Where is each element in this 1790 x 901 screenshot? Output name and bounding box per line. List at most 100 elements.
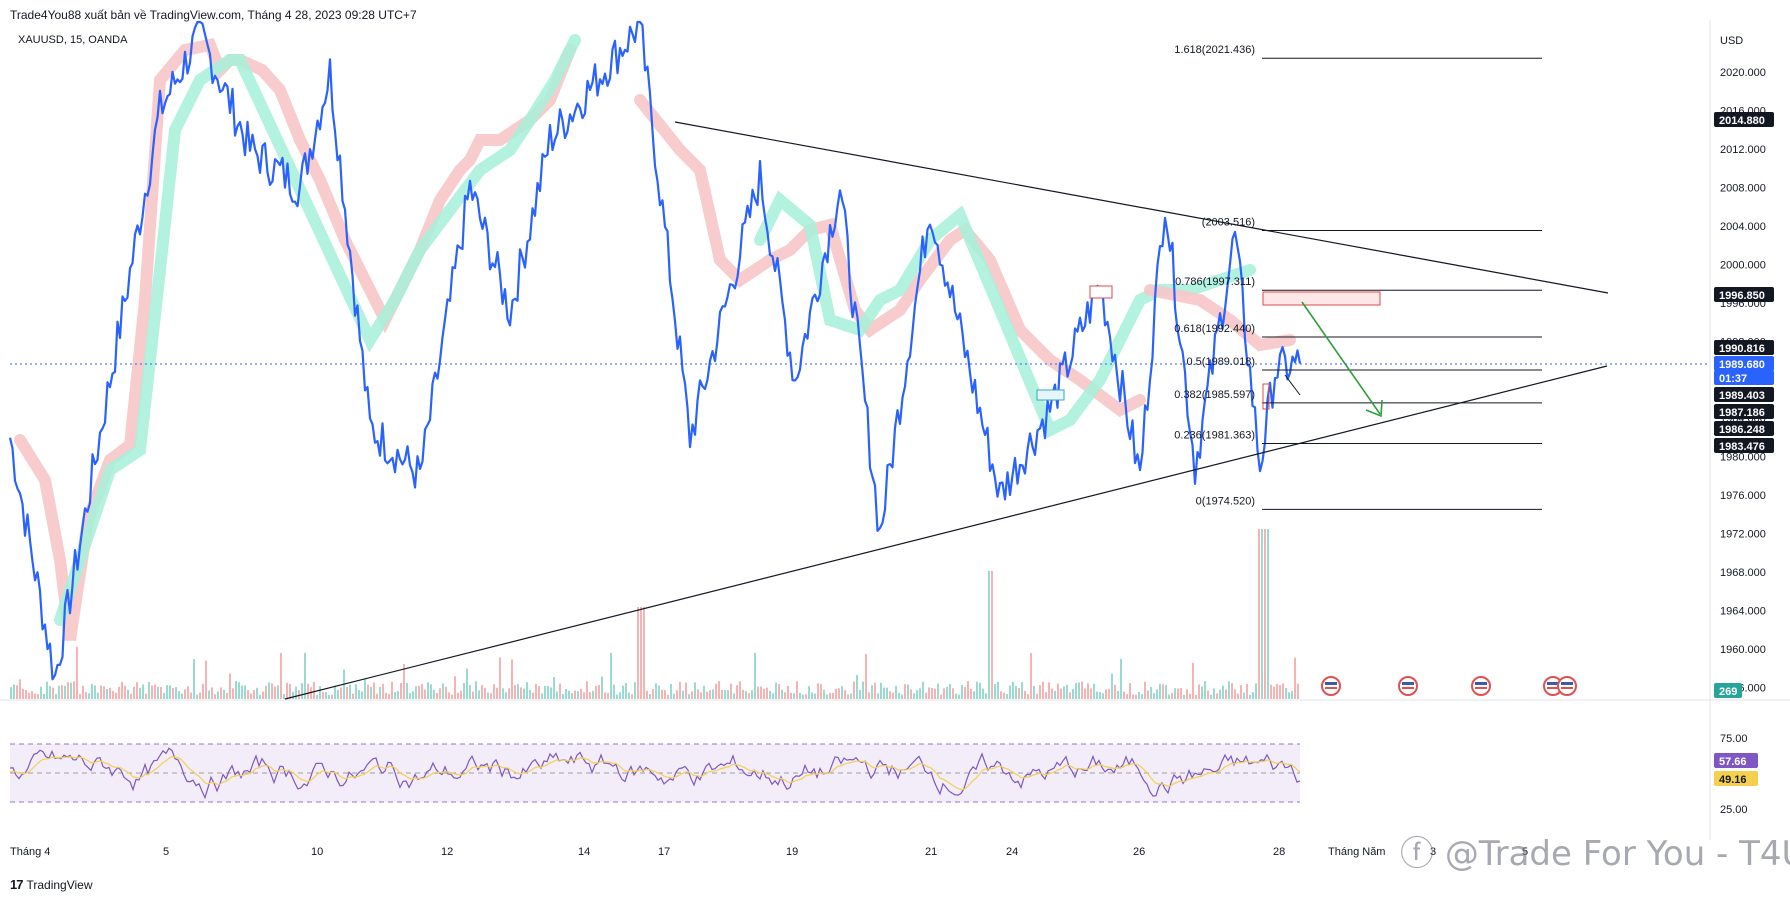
volume-bar — [364, 678, 366, 699]
volume-bar — [295, 686, 297, 699]
volume-bar — [331, 694, 333, 699]
volume-bar — [745, 691, 747, 699]
volume-bar — [1192, 662, 1194, 699]
volume-bar — [568, 690, 570, 699]
volume-bar — [691, 691, 693, 699]
volume-bar — [1171, 692, 1173, 699]
volume-bar — [634, 682, 636, 699]
volume-bar — [982, 688, 984, 699]
volume-bar — [1156, 689, 1158, 699]
volume-bar — [16, 685, 18, 699]
volume-bar — [961, 684, 963, 699]
volume-bar — [13, 684, 15, 699]
volume-bar — [400, 682, 402, 699]
volume-bar — [271, 683, 273, 699]
fib-level-label: 1.618(2021.436) — [1174, 44, 1255, 56]
volume-bar — [289, 683, 291, 699]
volume-bar — [487, 692, 489, 699]
volume-bar — [592, 690, 594, 699]
volume-bar — [913, 693, 915, 699]
volume-bar — [1288, 692, 1290, 699]
volume-bar — [1018, 687, 1020, 699]
fib-level-label: 0.382(1985.597) — [1174, 389, 1255, 401]
volume-bar — [1027, 694, 1029, 699]
fib-level-label: 0(1974.520) — [1196, 495, 1255, 507]
price-chart[interactable]: 1.618(2021.436) (2003.516) 0.786(1997.311)… — [0, 0, 1790, 901]
volume-bar — [967, 681, 969, 699]
volume-bar — [523, 688, 525, 699]
volume-bar — [106, 688, 108, 699]
volume-bar — [958, 694, 960, 699]
volume-bar — [685, 682, 687, 699]
volume-bar — [1108, 688, 1110, 699]
volume-bar — [1045, 692, 1047, 699]
time-tick: 24 — [1006, 846, 1018, 858]
volume-bar — [502, 688, 504, 699]
volume-bar — [814, 693, 816, 699]
volume-bar — [586, 681, 588, 699]
volume-bar — [829, 692, 831, 699]
volume-bar — [559, 683, 561, 699]
volume-bar — [1006, 694, 1008, 699]
volume-bar — [703, 685, 705, 699]
flag-stripe — [1561, 682, 1573, 685]
volume-bar — [427, 682, 429, 699]
volume-bar — [313, 682, 315, 699]
volume-bar — [1123, 691, 1125, 699]
volume-bar — [832, 692, 834, 699]
volume-bar — [526, 682, 528, 699]
volume-bar — [721, 689, 723, 699]
volume-bar — [736, 685, 738, 699]
volume-bar — [1195, 694, 1197, 699]
projection-arrow[interactable] — [1301, 301, 1383, 418]
volume-bar — [1159, 683, 1161, 699]
volume-bar — [421, 684, 423, 699]
volume-bar — [1174, 688, 1176, 699]
volume-bar — [49, 686, 51, 699]
volume-bar — [190, 692, 192, 699]
volume-bar — [841, 686, 843, 699]
economic-events[interactable] — [1321, 676, 1577, 696]
volume-bar — [229, 673, 231, 699]
volume-bar — [40, 686, 42, 699]
volume-bar — [349, 684, 351, 699]
volume-bar — [361, 691, 363, 699]
volume-bar — [211, 687, 213, 699]
support-box[interactable] — [1036, 389, 1065, 401]
price-tick: 1976.000 — [1720, 490, 1766, 502]
trend-ribbon-red — [14, 38, 576, 641]
volume-bar — [532, 692, 534, 699]
volume-bar — [142, 684, 144, 699]
us-flag-icon — [1557, 676, 1577, 696]
volume-bar — [232, 688, 234, 699]
volume-bar — [727, 690, 729, 699]
time-axis[interactable]: Tháng 4 5 10 12 14 17 19 21 24 26 28 Tháng Năm 3 5 — [10, 846, 1528, 858]
volume-bar — [469, 685, 471, 699]
volume-bar — [439, 688, 441, 699]
lower-trendline[interactable] — [284, 365, 1608, 700]
volume-bar — [625, 683, 627, 699]
volume-bar — [46, 681, 48, 699]
resistance-box[interactable] — [1089, 285, 1113, 299]
volume-bar — [163, 693, 165, 699]
trend-tick — [1284, 374, 1301, 396]
supply-zone-box[interactable] — [1262, 291, 1381, 306]
volume-bar — [1078, 682, 1080, 699]
volume-bar — [808, 686, 810, 699]
fib-retracement[interactable]: 1.618(2021.436) (2003.516) 0.786(1997.311)… — [1174, 44, 1542, 510]
volume-bar — [826, 694, 828, 699]
volume-bar — [1009, 685, 1011, 699]
volume-bar — [1069, 692, 1071, 699]
volume-bar — [952, 688, 954, 699]
volume-bar — [1084, 688, 1086, 699]
flag-stripe — [1402, 687, 1414, 689]
volume-bar — [463, 683, 465, 699]
volume-bar — [304, 652, 306, 699]
flag-stripe — [1561, 687, 1573, 689]
volume-bar — [214, 694, 216, 699]
volume-bar — [1285, 687, 1287, 699]
volume-bar — [658, 685, 660, 699]
volume-bar — [451, 694, 453, 699]
tradingview-logo[interactable]: 17 TradingView — [10, 877, 93, 892]
volume-bar — [616, 694, 618, 699]
